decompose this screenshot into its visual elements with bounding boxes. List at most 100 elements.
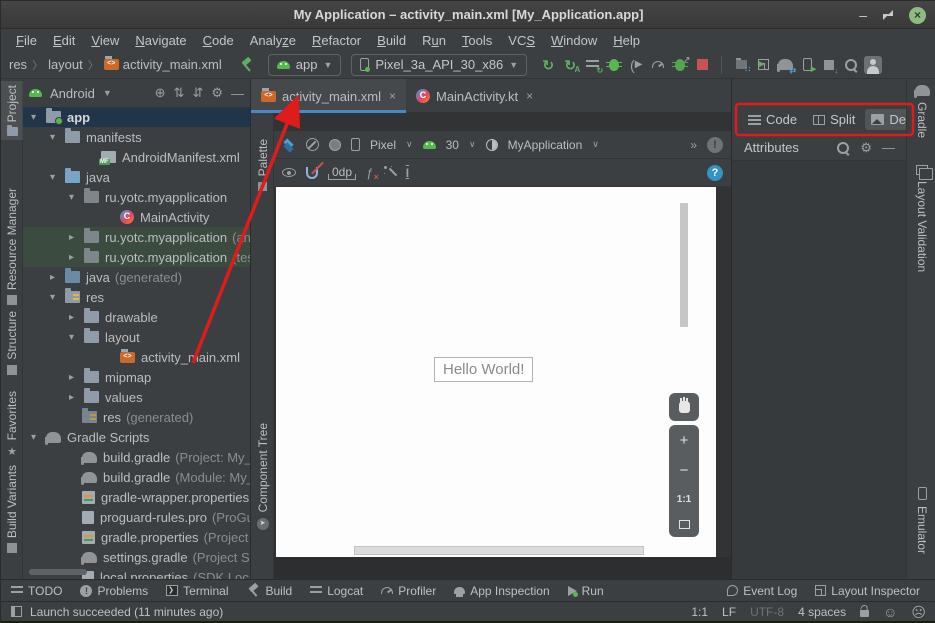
close-tab-icon[interactable]: × (389, 89, 396, 103)
tree-chevron-icon[interactable]: ▸ (69, 252, 84, 263)
menu-item[interactable]: Code (196, 31, 241, 50)
search-everywhere-icon[interactable] (840, 54, 862, 76)
menu-item[interactable]: Refactor (305, 31, 368, 50)
breadcrumb-file[interactable]: activity_main.xml (123, 57, 222, 72)
sidebar-tab-favorites[interactable]: Favorites ★ (1, 387, 23, 462)
zoom-ratio-status[interactable]: 1:1 (691, 605, 708, 619)
sidebar-tab-project[interactable]: Project (1, 81, 23, 140)
tree-item[interactable]: ▸ java (generated) (23, 267, 251, 287)
gradle-sync-icon[interactable]: ⇄ (774, 54, 796, 76)
apply-code-changes-icon[interactable]: ↻ (581, 54, 603, 76)
attach-debugger-icon[interactable]: ↗ (669, 54, 691, 76)
menu-item[interactable]: File (9, 31, 44, 50)
toolwindow-build[interactable]: Build (247, 584, 293, 598)
expand-collapse-icon[interactable]: ⇵ (192, 85, 203, 101)
tree-item[interactable]: ▸ drawable (23, 307, 251, 327)
tree-chevron-icon[interactable]: ▾ (50, 292, 65, 303)
profiler-icon[interactable] (647, 54, 669, 76)
menu-item[interactable]: Window (544, 31, 604, 50)
device-select[interactable]: Pixel_3a_API_30_x86 ▼ (351, 54, 527, 76)
tree-item[interactable]: ▾ res (23, 287, 251, 307)
stop-icon[interactable] (691, 54, 713, 76)
close-button[interactable]: × (909, 7, 926, 24)
device-manager-icon[interactable]: ▶ (796, 54, 818, 76)
tree-item[interactable]: res (generated) (23, 407, 251, 427)
tree-chevron-icon[interactable]: ▸ (69, 312, 84, 323)
minimize-button[interactable]: – (859, 10, 867, 20)
hello-world-textview[interactable]: Hello World! (434, 357, 533, 382)
zoom-to-fit-icon[interactable] (679, 520, 690, 529)
happy-face-icon[interactable]: ☺ (883, 605, 897, 619)
sidebar-tab-layout-validation[interactable]: Layout Validation (907, 165, 935, 272)
design-canvas[interactable]: Hello World! (276, 187, 716, 557)
tree-chevron-icon[interactable]: ▾ (31, 432, 46, 443)
tree-chevron-icon[interactable]: ▸ (69, 232, 84, 243)
device-type-select[interactable]: Pixel (370, 138, 396, 152)
tree-item[interactable]: proguard-rules.pro (ProGuar (23, 507, 251, 527)
tree-item[interactable]: ▾ layout (23, 327, 251, 347)
lock-icon[interactable] (860, 610, 869, 617)
component-tree-tab[interactable]: Component Tree (256, 423, 270, 512)
run-configuration-select[interactable]: app ▼ (268, 54, 342, 76)
tree-chevron-icon[interactable]: ▾ (69, 332, 84, 343)
night-mode-icon[interactable] (329, 139, 341, 151)
blueprint-toggle-icon[interactable] (306, 138, 319, 151)
view-options-icon[interactable] (282, 168, 296, 177)
attributes-search-icon[interactable] (836, 141, 850, 155)
tree-horizontal-scrollbar[interactable] (29, 569, 87, 575)
tree-item[interactable]: ▾ app (23, 107, 251, 127)
line-ending-status[interactable]: LF (722, 605, 736, 619)
tree-item[interactable]: ▸ mipmap (23, 367, 251, 387)
sad-face-icon[interactable]: ☹ (911, 605, 926, 619)
build-hammer-icon[interactable] (236, 54, 258, 76)
menu-item[interactable]: Tools (455, 31, 499, 50)
tree-item[interactable]: ▾ manifests (23, 127, 251, 147)
toolwindow-profiler[interactable]: Profiler (381, 584, 436, 598)
debug-icon[interactable] (603, 54, 625, 76)
tree-item[interactable]: ▾ Gradle Scripts (23, 427, 251, 447)
align-guidelines-icon[interactable]: I (406, 166, 409, 180)
breadcrumb-layout[interactable]: layout (48, 57, 83, 72)
tree-item[interactable]: settings.gradle (Project Setti (23, 547, 251, 567)
issue-badge-icon[interactable]: ! (707, 137, 723, 153)
menu-item[interactable]: Edit (46, 31, 82, 50)
palette-tab[interactable]: Palette (256, 139, 270, 176)
settings-gear-icon[interactable]: ⚙ (211, 85, 223, 101)
indent-status[interactable]: 4 spaces (798, 605, 846, 619)
tree-item[interactable]: AndroidManifest.xml (23, 147, 251, 167)
theme-select[interactable]: MyApplication (508, 138, 583, 152)
rerun-icon[interactable]: ↻ (537, 54, 559, 76)
tab-mainactivity-kt[interactable]: MainActivity.kt × (406, 79, 543, 113)
project-structure-icon[interactable]: ∷ (730, 54, 752, 76)
attributes-hide-icon[interactable]: — (882, 140, 895, 155)
tool-window-toggle-icon[interactable] (11, 606, 22, 617)
tree-item[interactable]: ▾ java (23, 167, 251, 187)
tree-chevron-icon[interactable]: ▸ (69, 372, 84, 383)
sidebar-tab-gradle[interactable]: Gradle (907, 85, 935, 138)
menu-item[interactable]: View (84, 31, 126, 50)
toolwindow-terminal[interactable]: ❯Terminal (166, 584, 228, 598)
restore-button[interactable] (883, 10, 893, 20)
menu-item[interactable]: VCS (501, 31, 542, 50)
toolwindow-logcat[interactable]: Logcat (310, 584, 363, 598)
tab-activity-main-xml[interactable]: activity_main.xml × (251, 79, 406, 113)
zoom-ratio-button[interactable]: 1:1 (677, 494, 691, 505)
tree-chevron-icon[interactable]: ▾ (69, 192, 84, 203)
canvas-horizontal-scrollbar[interactable] (354, 546, 644, 555)
clear-constraints-icon[interactable]: ƒ (366, 166, 373, 180)
tree-item[interactable]: ▸ ru.yotc.myapplication (androidTest) (23, 227, 251, 247)
menu-item[interactable]: Help (606, 31, 647, 50)
attributes-gear-icon[interactable]: ⚙ (860, 140, 872, 156)
tree-chevron-icon[interactable]: ▸ (69, 392, 84, 403)
autoconnect-magnet-icon[interactable] (306, 167, 318, 179)
tree-chevron-icon[interactable]: ▾ (50, 172, 65, 183)
toolwindow-event-log[interactable]: Event Log (727, 584, 797, 598)
breadcrumb-res[interactable]: res (9, 57, 27, 72)
menu-item[interactable]: Analyze (243, 31, 303, 50)
close-tab-icon[interactable]: × (526, 89, 533, 103)
toolwindow-todo[interactable]: TODO (11, 584, 62, 598)
tree-chevron-icon[interactable]: ▾ (50, 132, 65, 143)
mode-split-button[interactable]: Split (807, 109, 861, 130)
tree-chevron-icon[interactable]: ▾ (31, 112, 46, 123)
help-badge-icon[interactable]: ? (707, 165, 723, 181)
